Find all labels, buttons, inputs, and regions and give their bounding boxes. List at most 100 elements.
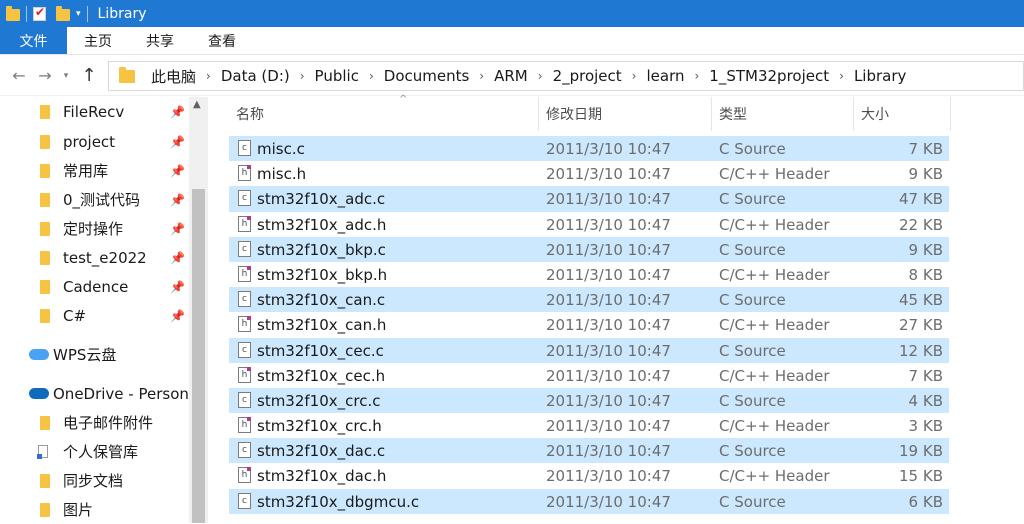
c-source-file-icon: c [238, 140, 251, 156]
breadcrumb-2-project[interactable]: 2_project [553, 67, 622, 85]
file-date: 2011/3/10 10:47 [546, 215, 671, 234]
c-source-file-icon: c [238, 391, 251, 408]
pin-icon[interactable]: 📌 [170, 251, 185, 265]
file-name: stm32f10x_cec.c [257, 341, 384, 360]
sidebar-item-common-libs[interactable]: 常用库 📌 [0, 156, 189, 185]
sidebar-item-test-code[interactable]: 0_测试代码 📌 [0, 185, 189, 214]
address-bar[interactable]: 此电脑 › Data (D:) › Public › Documents › A… [108, 61, 1024, 91]
breadcrumb-drive[interactable]: Data (D:) [221, 67, 290, 85]
sidebar-item-project[interactable]: project 📌 [0, 127, 189, 156]
file-name: stm32f10x_crc.h [257, 417, 382, 436]
file-row[interactable]: h stm32f10x_bkp.h 2011/3/10 10:47 C/C++ Hea… [229, 262, 949, 287]
pin-icon[interactable]: 📌 [170, 193, 185, 207]
pin-icon[interactable]: 📌 [170, 164, 185, 178]
chevron-right-icon[interactable]: › [839, 69, 844, 83]
file-row[interactable]: c misc.c 2011/3/10 10:47 C Source 7 KB [229, 136, 949, 162]
scrollbar-thumb[interactable] [192, 189, 205, 523]
sidebar-item-timer-ops[interactable]: 定时操作 📌 [0, 214, 189, 243]
file-type: C Source [719, 341, 786, 360]
file-row[interactable]: h stm32f10x_cec.h 2011/3/10 10:47 C/C++ Hea… [229, 363, 949, 388]
chevron-right-icon[interactable]: › [479, 69, 484, 83]
sidebar-item-test-e2022[interactable]: test_e2022 📌 [0, 243, 189, 272]
file-type: C/C++ Header [719, 467, 830, 486]
quick-access-dropdown-icon[interactable]: ▾ [76, 9, 81, 19]
sidebar-item-pictures[interactable]: 图片 [0, 495, 189, 524]
chevron-right-icon[interactable]: › [206, 69, 211, 83]
file-name: stm32f10x_bkp.c [257, 240, 386, 259]
breadcrumb-public[interactable]: Public [315, 67, 359, 85]
file-row[interactable]: h stm32f10x_adc.h 2011/3/10 10:47 C/C++ Hea… [229, 212, 949, 237]
column-header-date[interactable]: 修改日期 [539, 97, 712, 131]
tab-home[interactable]: 主页 [67, 27, 129, 54]
file-row[interactable]: h stm32f10x_crc.h 2011/3/10 10:47 C/C++ Hea… [229, 413, 949, 438]
file-row[interactable]: h stm32f10x_dac.h 2011/3/10 10:47 C/C++ Hea… [229, 463, 949, 488]
column-header-type[interactable]: 类型 [712, 97, 854, 131]
breadcrumb-arm[interactable]: ARM [494, 67, 528, 85]
scroll-up-icon[interactable]: ▲ [193, 99, 201, 110]
file-row[interactable]: h stm32f10x_can.h 2011/3/10 10:47 C/C++ Hea… [229, 312, 949, 337]
file-name: stm32f10x_adc.c [257, 190, 386, 209]
sidebar-item-label: test_e2022 [63, 248, 147, 267]
tab-view[interactable]: 查看 [191, 27, 253, 54]
folder-icon [40, 193, 50, 207]
sidebar-item-label: 定时操作 [63, 220, 124, 238]
column-header-size[interactable]: 大小 [854, 97, 951, 131]
file-row[interactable]: h misc.h 2011/3/10 10:47 C/C++ Header 9 KB [229, 161, 949, 186]
file-row[interactable]: c stm32f10x_adc.c 2011/3/10 10:47 C Source 4… [229, 186, 949, 212]
breadcrumb-learn[interactable]: learn [646, 67, 684, 85]
tab-file[interactable]: 文件 [0, 27, 67, 54]
file-type: C/C++ Header [719, 265, 830, 284]
sidebar-item-onedrive[interactable]: OneDrive - Persona [0, 379, 198, 408]
sidebar-item-personal-vault[interactable]: 个人保管库 [0, 437, 189, 466]
file-row[interactable]: c stm32f10x_bkp.c 2011/3/10 10:47 C Source 9… [229, 236, 949, 262]
file-row[interactable]: c stm32f10x_can.c 2011/3/10 10:47 C Source 4… [229, 287, 949, 313]
pin-icon[interactable]: 📌 [170, 105, 185, 119]
breadcrumb-stm32project[interactable]: 1_STM32project [709, 67, 829, 85]
file-date: 2011/3/10 10:47 [546, 265, 671, 284]
tab-share[interactable]: 共享 [129, 27, 191, 54]
chevron-right-icon[interactable]: › [538, 69, 543, 83]
file-rows: c misc.c 2011/3/10 10:47 C Source 7 KB h misc.… [229, 136, 949, 514]
properties-icon[interactable] [33, 5, 46, 21]
breadcrumb-this-pc[interactable]: 此电脑 [151, 66, 196, 87]
sidebar-item-sync-docs[interactable]: 同步文档 [0, 466, 189, 495]
new-folder-icon[interactable] [56, 6, 70, 21]
file-size: 15 KB [899, 467, 943, 486]
chevron-right-icon[interactable]: › [632, 69, 637, 83]
sidebar-item-csharp[interactable]: C# 📌 [0, 301, 189, 330]
pin-icon[interactable]: 📌 [170, 222, 185, 236]
onedrive-cloud-icon [29, 388, 49, 399]
breadcrumb-library[interactable]: Library [854, 67, 906, 85]
file-date: 2011/3/10 10:47 [546, 492, 671, 511]
title-bar: ▾ Library [0, 0, 1024, 27]
sidebar-item-filerecv[interactable]: FileRecv 📌 [0, 97, 189, 126]
file-size: 7 KB [908, 366, 943, 385]
pin-icon[interactable]: 📌 [170, 309, 185, 323]
forward-arrow-icon[interactable]: → [34, 66, 56, 85]
breadcrumb-documents[interactable]: Documents [384, 67, 470, 85]
chevron-right-icon[interactable]: › [694, 69, 699, 83]
sidebar-item-email-attachments[interactable]: 电子邮件附件 [0, 408, 189, 437]
file-name: stm32f10x_can.c [257, 291, 386, 310]
up-arrow-icon[interactable]: ↑ [78, 65, 100, 86]
back-arrow-icon[interactable]: ← [8, 66, 30, 85]
column-header-label: 修改日期 [546, 107, 602, 123]
recent-locations-icon[interactable]: ▾ [58, 71, 74, 81]
sidebar-scrollbar[interactable]: ▲ [189, 97, 208, 523]
file-type: C Source [719, 442, 786, 461]
pin-icon[interactable]: 📌 [170, 280, 185, 294]
column-header-name[interactable]: 名称 ^ [229, 94, 539, 131]
sidebar-item-wps-cloud[interactable]: WPS云盘 [0, 340, 189, 369]
pin-icon[interactable]: 📌 [170, 135, 185, 149]
title-separator [26, 5, 27, 22]
column-header-label: 名称 [236, 107, 264, 123]
file-row[interactable]: c stm32f10x_dbgmcu.c 2011/3/10 10:47 C Sour… [229, 488, 949, 514]
chevron-right-icon[interactable]: › [300, 69, 305, 83]
file-row[interactable]: c stm32f10x_crc.c 2011/3/10 10:47 C Source 4… [229, 387, 949, 414]
header-file-icon: h [238, 215, 251, 232]
chevron-right-icon[interactable]: › [369, 69, 374, 83]
header-file-icon: h [238, 316, 251, 333]
file-row[interactable]: c stm32f10x_dac.c 2011/3/10 10:47 C Source 1… [229, 438, 949, 464]
file-row[interactable]: c stm32f10x_cec.c 2011/3/10 10:47 C Source 1… [229, 337, 949, 363]
sidebar-item-cadence[interactable]: Cadence 📌 [0, 272, 189, 301]
